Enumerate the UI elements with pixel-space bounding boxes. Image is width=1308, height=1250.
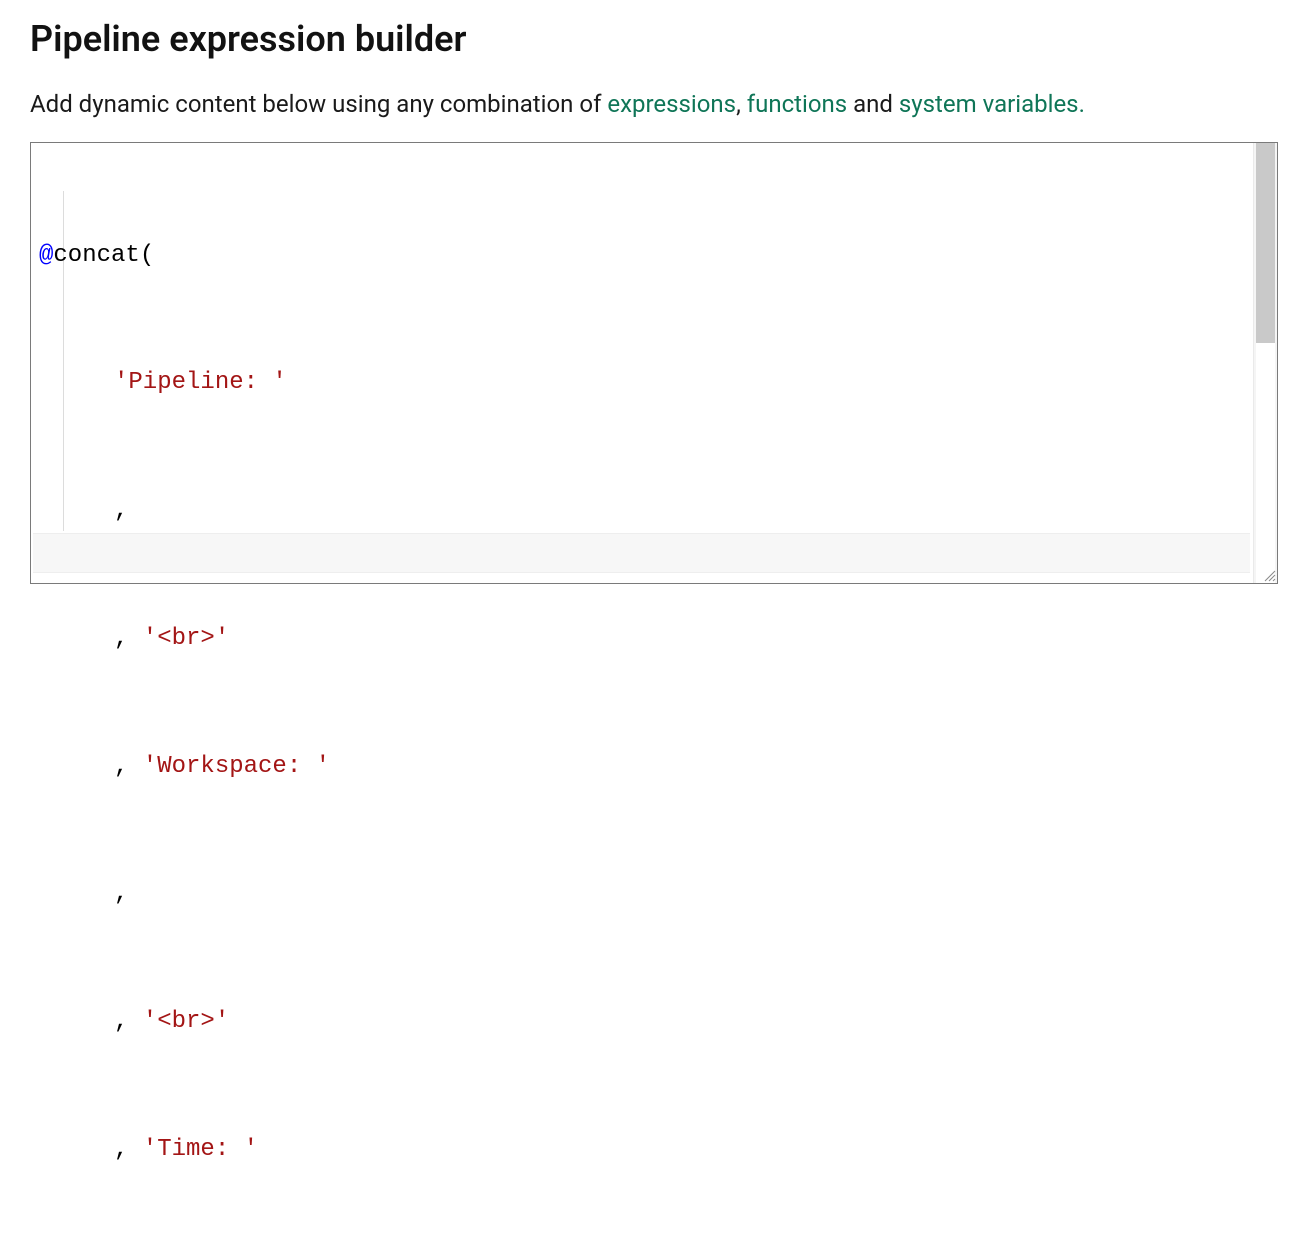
subtitle-sep1: , [736, 90, 747, 118]
token-comma: , [114, 1008, 128, 1035]
token-func-concat: concat [53, 242, 139, 269]
link-system-variables[interactable]: system variables. [899, 90, 1085, 118]
page-title: Pipeline expression builder [30, 18, 1278, 60]
token-at: @ [39, 242, 53, 269]
code-area[interactable]: @concat( 'Pipeline: ' , , '<br>' , 'Work… [31, 143, 1277, 1250]
token-string-br2: '<br>' [128, 1008, 229, 1035]
subtitle-text: Add dynamic content below using any comb… [30, 90, 607, 118]
token-comma: , [114, 497, 128, 524]
token-string-br1: '<br>' [128, 625, 229, 652]
subtitle-sep2: and [847, 90, 899, 118]
code-line-4: , 'Workspace: ' [39, 746, 1271, 789]
code-line-1: 'Pipeline: ' [39, 362, 1271, 405]
token-string-time: 'Time: ' [128, 1136, 258, 1163]
page-subtitle: Add dynamic content below using any comb… [30, 88, 1278, 120]
token-comma: , [114, 1136, 128, 1163]
expression-builder-panel: Pipeline expression builder Add dynamic … [0, 0, 1308, 594]
code-line-2: , [39, 490, 1271, 533]
token-string-pipeline: 'Pipeline: ' [114, 369, 287, 396]
code-line-7: , 'Time: ' [39, 1129, 1271, 1172]
expression-editor[interactable]: @concat( 'Pipeline: ' , , '<br>' , 'Work… [30, 142, 1278, 584]
code-line-6: , '<br>' [39, 1001, 1271, 1044]
token-open-paren: ( [140, 242, 154, 269]
token-string-workspace: 'Workspace: ' [128, 753, 330, 780]
token-comma: , [114, 625, 128, 652]
resize-handle-icon[interactable] [1262, 568, 1276, 582]
code-line-0: @concat( [39, 235, 1271, 278]
link-functions[interactable]: functions [747, 90, 847, 118]
code-line-3: , '<br>' [39, 618, 1271, 661]
token-comma: , [114, 753, 128, 780]
link-expressions[interactable]: expressions [607, 90, 736, 118]
token-comma: , [114, 880, 128, 907]
code-line-5: , [39, 873, 1271, 916]
